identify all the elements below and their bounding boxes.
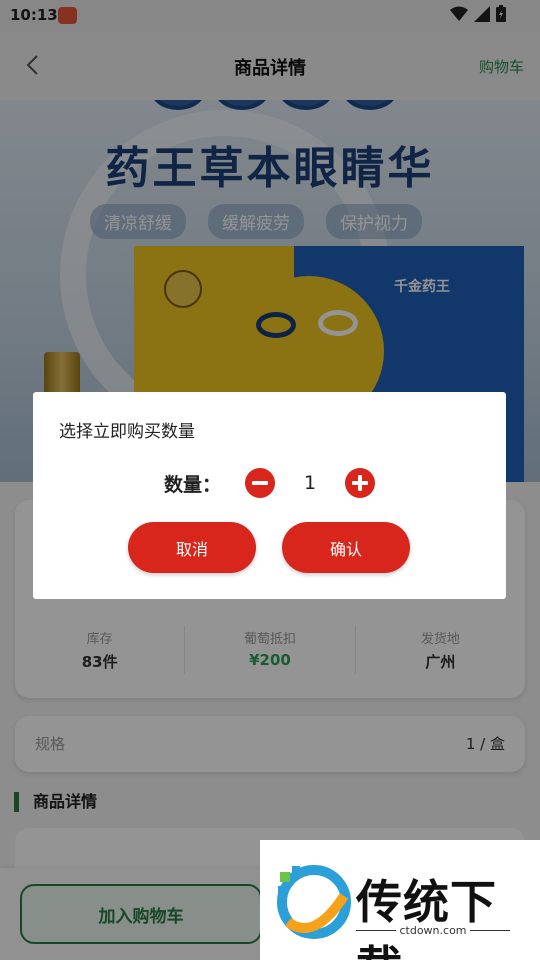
watermark-logo-icon	[277, 865, 351, 939]
increase-button[interactable]	[345, 468, 375, 498]
cancel-button[interactable]: 取消	[128, 522, 256, 573]
watermark-brand: 传统下载	[356, 875, 497, 960]
quantity-stepper: 数量： 1	[33, 468, 506, 498]
quantity-value: 1	[303, 472, 317, 494]
quantity-dialog: 选择立即购买数量 数量： 1 取消 确认	[33, 392, 506, 599]
site-watermark: 传统下载 ctdown.com	[260, 840, 540, 960]
watermark-domain: ctdown.com	[399, 924, 467, 937]
minus-icon	[252, 481, 268, 485]
decrease-button[interactable]	[245, 468, 275, 498]
dialog-title: 选择立即购买数量	[59, 422, 195, 442]
quantity-label: 数量：	[163, 473, 221, 496]
confirm-button[interactable]: 确认	[282, 522, 410, 573]
